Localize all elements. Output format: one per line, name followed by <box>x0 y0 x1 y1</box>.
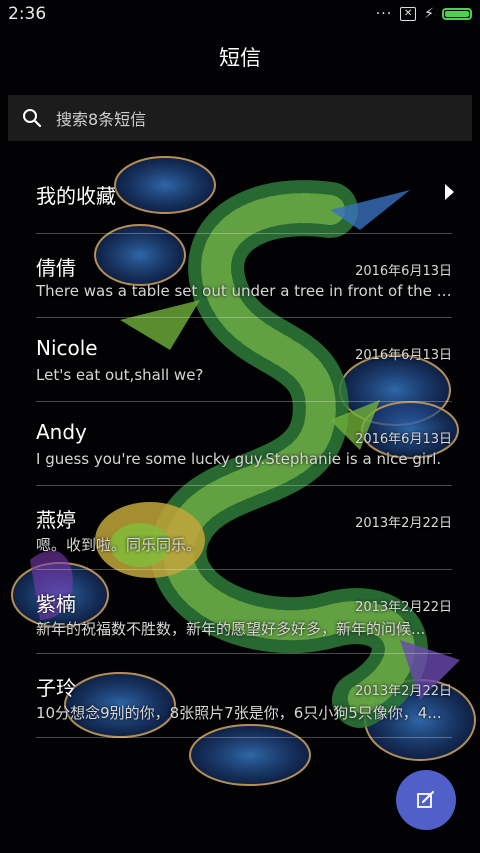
conversation-item[interactable]: 燕婷 2013年2月22日 嗯。收到啦。同乐同乐。 <box>36 486 452 570</box>
message-preview: There was a table set out under a tree i… <box>36 282 452 300</box>
no-sim-icon: ✕ <box>400 7 417 21</box>
status-bar: 2:36 ··· ✕ ⚡ <box>0 0 480 28</box>
more-dots-icon: ··· <box>375 6 393 22</box>
message-date: 2016年6月13日 <box>355 264 452 279</box>
message-preview: I guess you're some lucky guy.Stephanie … <box>36 450 442 468</box>
battery-icon <box>442 8 472 20</box>
conversation-list: 我的收藏 倩倩 2016年6月13日 There was a table set… <box>0 150 480 738</box>
message-preview: Let's eat out,shall we? <box>36 366 204 384</box>
messages-screen: 2:36 ··· ✕ ⚡ 短信 搜索8条短信 我的收藏 倩倩 2016年6月13… <box>0 0 480 853</box>
contact-name: Nicole <box>36 336 98 360</box>
bolt-icon: ⚡ <box>424 6 434 22</box>
chevron-right-icon <box>445 184 454 200</box>
contact-name: 倩倩 <box>36 256 76 280</box>
status-time: 2:36 <box>8 4 47 24</box>
search-placeholder: 搜索8条短信 <box>56 110 147 129</box>
contact-name: Andy <box>36 420 87 444</box>
message-date: 2013年2月22日 <box>355 600 452 615</box>
contact-name: 子玲 <box>36 676 76 700</box>
favorites-row[interactable]: 我的收藏 <box>36 150 454 234</box>
contact-name: 紫楠 <box>36 592 76 616</box>
conversation-item[interactable]: Nicole 2016年6月13日 Let's eat out,shall we… <box>36 318 452 402</box>
page-title: 短信 <box>219 46 261 70</box>
conversation-item[interactable]: 紫楠 2013年2月22日 新年的祝福数不胜数，新年的愿望好多好多，新年的问候.… <box>36 570 452 654</box>
message-preview: 嗯。收到啦。同乐同乐。 <box>36 536 202 554</box>
search-input[interactable]: 搜索8条短信 <box>8 95 472 141</box>
message-preview: 新年的祝福数不胜数，新年的愿望好多好多，新年的问候... <box>36 620 426 638</box>
conversation-item[interactable]: Andy 2016年6月13日 I guess you're some luck… <box>36 402 452 486</box>
compose-icon <box>417 791 434 808</box>
message-date: 2013年2月22日 <box>355 684 452 699</box>
contact-name: 燕婷 <box>36 508 76 532</box>
compose-button[interactable] <box>396 770 456 830</box>
search-icon <box>23 109 42 128</box>
conversation-item[interactable]: 子玲 2013年2月22日 10分想念9别的你，8张照片7张是你，6只小狗5只像… <box>36 654 452 738</box>
conversation-item[interactable]: 倩倩 2016年6月13日 There was a table set out … <box>36 234 452 318</box>
message-preview: 10分想念9别的你，8张照片7张是你，6只小狗5只像你，4... <box>36 704 442 722</box>
message-date: 2013年2月22日 <box>355 516 452 531</box>
message-date: 2016年6月13日 <box>355 348 452 363</box>
message-date: 2016年6月13日 <box>355 432 452 447</box>
favorites-label: 我的收藏 <box>36 184 116 208</box>
status-icons: ··· ✕ ⚡ <box>376 6 472 22</box>
